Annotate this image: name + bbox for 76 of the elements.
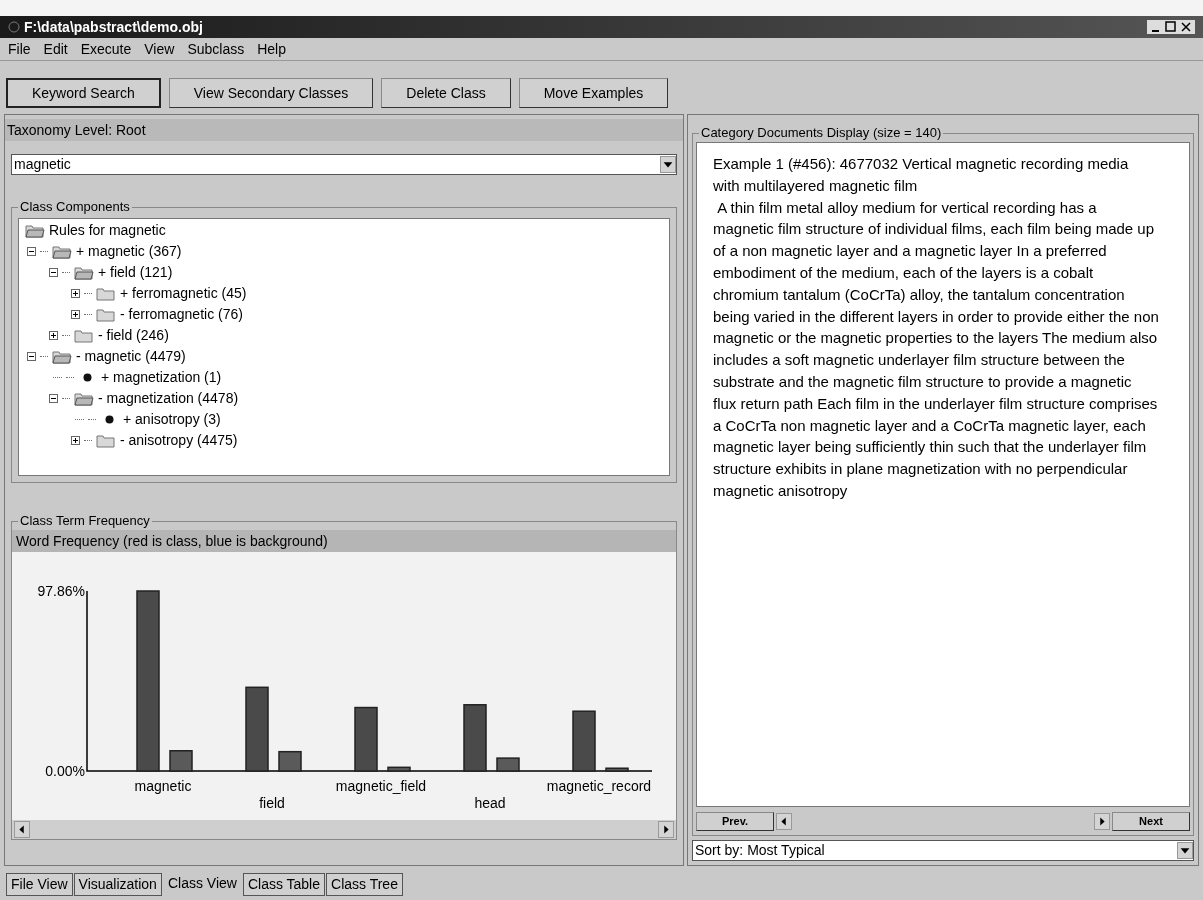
toolbar-button[interactable]: Delete Class bbox=[381, 78, 511, 108]
toolbar-button[interactable]: Move Examples bbox=[518, 78, 669, 108]
bar bbox=[387, 766, 411, 772]
bar bbox=[278, 750, 302, 772]
sort-dropdown[interactable]: Sort by: Most Typical bbox=[692, 840, 1194, 861]
open-folder-icon bbox=[52, 244, 72, 259]
menu-item[interactable]: View bbox=[144, 38, 175, 60]
app-icon bbox=[8, 21, 20, 33]
close-icon[interactable] bbox=[1181, 20, 1191, 34]
bar bbox=[605, 767, 629, 772]
document-heading: Example 1 (#456): 4677032 Vertical magnetic recording media with multilayered magnetic film bbox=[713, 154, 1130, 196]
axis-label: 0.00% bbox=[45, 763, 85, 779]
menu-item[interactable]: Execute bbox=[80, 38, 132, 60]
bar bbox=[354, 706, 378, 772]
next-button[interactable]: Next bbox=[1112, 811, 1190, 831]
dot-icon bbox=[105, 415, 114, 424]
collapse-icon[interactable] bbox=[27, 247, 36, 256]
chart-title: Word Frequency (red is class, blue is background) bbox=[16, 531, 328, 551]
collapse-icon[interactable] bbox=[27, 352, 36, 361]
folder-icon bbox=[74, 328, 94, 343]
tab[interactable]: Visualization bbox=[73, 873, 162, 896]
folder-icon bbox=[96, 286, 116, 301]
expand-icon[interactable] bbox=[71, 436, 80, 445]
bar bbox=[572, 710, 596, 772]
tree-item[interactable]: + magnetic (367) bbox=[76, 241, 182, 262]
axis-label: magnetic bbox=[134, 778, 192, 794]
horizontal-scrollbar[interactable] bbox=[12, 820, 676, 839]
menu-item[interactable]: Edit bbox=[43, 38, 68, 60]
tab[interactable]: Class Table bbox=[242, 873, 326, 896]
prev-button[interactable]: Prev. bbox=[696, 811, 774, 831]
menu-item[interactable]: File bbox=[8, 38, 31, 60]
tree-item[interactable]: Rules for magnetic bbox=[49, 220, 166, 241]
scroll-left-icon[interactable] bbox=[776, 812, 792, 830]
axis-label: head bbox=[474, 795, 506, 811]
tree-item[interactable]: + field (121) bbox=[98, 262, 173, 283]
scroll-left-icon[interactable] bbox=[14, 821, 30, 838]
axis-label: magnetic_field bbox=[335, 778, 427, 794]
bar bbox=[496, 757, 520, 772]
menu-item[interactable]: Subclass bbox=[187, 38, 245, 60]
tree-item[interactable]: - magnetic (4479) bbox=[76, 346, 186, 367]
tree-item[interactable]: - anisotropy (4475) bbox=[120, 430, 238, 451]
collapse-icon[interactable] bbox=[49, 268, 58, 277]
tree-item[interactable]: + anisotropy (3) bbox=[123, 409, 221, 430]
maximize-icon[interactable] bbox=[1165, 20, 1177, 34]
expand-icon[interactable] bbox=[71, 310, 80, 319]
open-folder-icon bbox=[74, 391, 94, 406]
tree-item[interactable]: + magnetization (1) bbox=[101, 367, 222, 388]
taxonomy-label: Taxonomy Level: Root bbox=[7, 120, 146, 140]
toolbar-button[interactable]: Keyword Search bbox=[6, 78, 161, 108]
window-title: F:\data\pabstract\demo.obj bbox=[24, 17, 203, 37]
axis-label: 97.86% bbox=[37, 583, 85, 599]
dot-icon bbox=[83, 373, 92, 382]
toolbar-button[interactable]: View Secondary Classes bbox=[168, 78, 374, 108]
tab[interactable]: Class Tree bbox=[326, 873, 403, 896]
tree-item[interactable]: + ferromagnetic (45) bbox=[120, 283, 247, 304]
axis-label: field bbox=[259, 795, 285, 811]
menu-item[interactable]: Help bbox=[257, 38, 286, 60]
bar bbox=[169, 750, 193, 772]
open-folder-icon bbox=[52, 349, 72, 364]
document-body: A thin film metal alloy medium for vertical recording has a magnetic film structure of individual films, each film being made up of a non magnetic layer and a magnetic layer In a preferred embodiment of the medium, each of the layers is a cobalt chromium tantalum (CoCrTa) alloy, the tantalum concentration being varied in the different layers in order to provide either the non magnetic or the magnetic properties to the layers The medium also includes a soft magnetic underlayer film structure between the substrate and the magnetic film structure to provide a magnetic flux return path Each film in the underlayer film structure comprises a CoCrTa non magnetic layer and a CoCrTa magnetic layer, each magnetic layer being sufficiently thin such that the underlayer film structure exhibits in plane magnetization with no perpendicular magnetic anisotropy bbox=[713, 197, 1159, 501]
scroll-right-icon[interactable] bbox=[658, 821, 674, 838]
folder-icon bbox=[96, 433, 116, 448]
folder-icon bbox=[96, 307, 116, 322]
open-folder-icon bbox=[74, 265, 94, 280]
scroll-right-icon[interactable] bbox=[1094, 812, 1110, 830]
taxonomy-dropdown[interactable]: magnetic bbox=[11, 154, 677, 175]
open-folder-icon bbox=[25, 223, 45, 238]
axis-label: magnetic_record bbox=[546, 778, 652, 794]
tree-item[interactable]: - magnetization (4478) bbox=[98, 388, 239, 409]
expand-icon[interactable] bbox=[71, 289, 80, 298]
collapse-icon[interactable] bbox=[49, 394, 58, 403]
tree-item[interactable]: - field (246) bbox=[98, 325, 169, 346]
expand-icon[interactable] bbox=[49, 331, 58, 340]
tab[interactable]: File View bbox=[6, 873, 73, 896]
bar bbox=[463, 704, 487, 772]
tree-item[interactable]: - ferromagnetic (76) bbox=[120, 304, 243, 325]
